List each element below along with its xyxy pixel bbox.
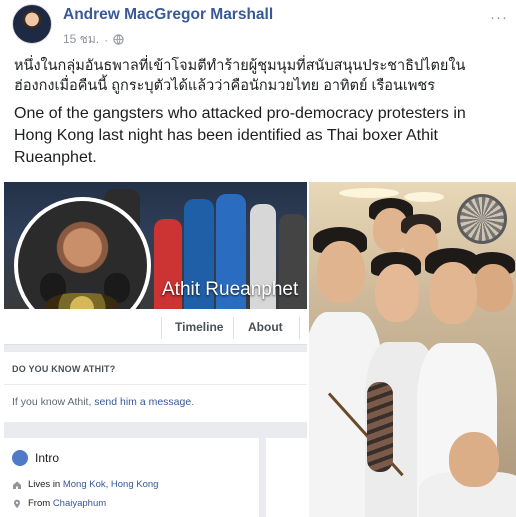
wall-fan [457,194,507,244]
post-text-thai: หนึ่งในกลุ่มอันธพาลที่เข้าโจมตีทำร้ายผู้… [14,58,466,94]
lives-prefix: Lives in [28,479,63,490]
tab-divider [161,317,162,339]
post-header: Andrew MacGregor Marshall 15 ชม. · ··· [0,0,516,56]
know-title: DO YOU KNOW ATHIT? [12,364,116,374]
profile-screenshot-image[interactable]: Athit Rueanphet Timeline About DO YOU KN… [4,182,307,517]
post-meta: 15 ชม. · [63,30,124,49]
tab-timeline: Timeline [175,320,224,334]
know-text: If you know Athit, send him a message. [12,396,194,408]
globe-icon[interactable] [113,34,124,45]
author-avatar[interactable] [12,4,52,44]
pin-icon [14,499,20,508]
intro-globe-icon [12,450,28,466]
do-you-know-card: DO YOU KNOW ATHIT? If you know Athit, se… [4,352,307,422]
lives-place: Mong Kok, Hong Kong [62,479,159,490]
post-timestamp[interactable]: 15 ชม. [63,30,99,49]
send-message-link: send him a message [94,396,192,408]
intro-card: Intro Lives in Mong Kok, Hong Kong From … [4,438,259,517]
post-images[interactable]: Athit Rueanphet Timeline About DO YOU KN… [4,182,516,517]
intro-lives-row: Lives in Mong Kok, Hong Kong [12,479,158,490]
group-photo[interactable] [309,182,516,517]
tab-divider [233,317,234,339]
home-icon [13,481,21,489]
know-text-prefix: If you know Athit, [12,396,95,408]
tab-about: About [248,320,283,334]
know-text-suffix: . [191,396,195,408]
side-card [266,438,307,517]
intro-from-row: From Chaiyaphum [12,498,106,509]
ceiling-light [404,192,444,202]
author-name[interactable]: Andrew MacGregor Marshall [63,6,273,24]
profile-nav-bar: Timeline About [4,309,307,345]
ceiling-light [339,188,399,198]
from-place: Chaiyaphum [52,498,107,509]
post-text-english: One of the gangsters who attacked pro-de… [14,105,466,166]
from-prefix: From [28,498,53,509]
intro-title: Intro [35,451,60,465]
profile-name: Athit Rueanphet [162,279,299,300]
tab-divider [299,317,300,339]
more-options-icon[interactable]: ··· [490,9,508,26]
meta-separator: · [104,32,109,47]
tattooed-arm [367,382,393,472]
divider [4,384,307,385]
